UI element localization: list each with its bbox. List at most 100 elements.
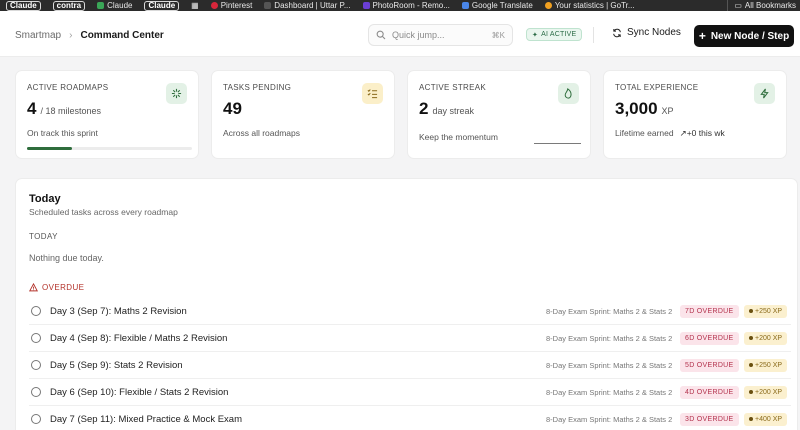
task-row[interactable]: Day 5 (Sep 9): Stats 2 Revision 8-Day Ex… (29, 352, 791, 379)
checklist-icon (362, 83, 383, 104)
sparkle-icon (166, 83, 187, 104)
xp-dot-icon (749, 390, 753, 394)
card-label: Active Streak (419, 83, 487, 92)
statistics-icon (544, 2, 552, 9)
pinterest-icon (210, 2, 218, 9)
xp-dot-icon (749, 336, 753, 340)
all-bookmarks[interactable]: ▭ All Bookmarks (727, 0, 796, 11)
roadmap-progress-bar (27, 147, 192, 150)
folder-icon (264, 2, 272, 9)
folder-icon: ▭ (734, 1, 742, 10)
xp-dot-icon (749, 309, 753, 313)
bolt-icon (754, 83, 775, 104)
overdue-badge: 6D OVERDUE (680, 331, 739, 345)
search-icon (376, 30, 386, 40)
card-subtext: Across all roadmaps (223, 128, 301, 138)
active-streak-card: Active Streak 2 day streak Keep the mome… (407, 70, 591, 159)
refresh-icon (613, 28, 621, 37)
task-row[interactable]: Day 6 (Sep 10): Flexible / Stats 2 Revis… (29, 379, 791, 406)
xp-dot-icon (749, 363, 753, 367)
task-row[interactable]: Day 3 (Sep 7): Maths 2 Revision 8-Day Ex… (29, 298, 791, 325)
chevron-right-icon: › (69, 30, 73, 41)
bookmark-claude-1[interactable]: Claude (0, 0, 47, 11)
task-checkbox[interactable] (31, 306, 41, 316)
translate-icon (461, 2, 469, 9)
task-checkbox[interactable] (31, 333, 41, 343)
photoroom-icon (362, 2, 370, 9)
bookmark-google-translate[interactable]: Google Translate (456, 0, 539, 11)
card-subtext: Keep the momentum (419, 132, 498, 142)
new-node-button[interactable]: + New Node / Step (694, 25, 794, 47)
bookmark-contra[interactable]: contra (47, 0, 91, 11)
task-checkbox[interactable] (31, 360, 41, 370)
today-section-label: TODAY (29, 232, 58, 241)
bookmark-dashboard[interactable]: Dashboard | Uttar P... (258, 0, 356, 11)
tasks-pending-card: Tasks Pending 49 Across all roadmaps (211, 70, 395, 159)
shortcut-hint: ⌘K (491, 30, 505, 40)
card-value: 4 / 18 milestones (27, 99, 101, 118)
xp-dot-icon (749, 417, 753, 421)
ai-status-badge: ✦ AI ACTIVE (526, 28, 583, 41)
plus-icon: + (698, 29, 706, 43)
task-checkbox[interactable] (31, 387, 41, 397)
overdue-badge: 5D OVERDUE (680, 358, 739, 372)
task-title: Day 4 (Sep 8): Flexible / Maths 2 Revisi… (50, 332, 228, 344)
task-title: Day 3 (Sep 7): Maths 2 Revision (50, 305, 187, 317)
task-roadmap: 8-Day Exam Sprint: Maths 2 & Stats 2 (546, 387, 673, 397)
warning-icon (29, 283, 38, 292)
card-label: Tasks Pending (223, 83, 292, 92)
card-label: Total Experience (615, 83, 699, 92)
breadcrumb-current: Command Center (80, 30, 164, 41)
bookmark-statistics[interactable]: Your statistics | GoTr... (539, 0, 641, 11)
task-roadmap: 8-Day Exam Sprint: Maths 2 & Stats 2 (546, 360, 673, 370)
overdue-section-label: OVERDUE (29, 283, 84, 292)
task-row[interactable]: Day 4 (Sep 8): Flexible / Maths 2 Revisi… (29, 325, 791, 352)
divider (593, 27, 594, 43)
task-title: Day 7 (Sep 11): Mixed Practice & Mock Ex… (50, 413, 242, 425)
today-panel: Today Scheduled tasks across every roadm… (15, 178, 798, 430)
task-checkbox[interactable] (31, 414, 41, 424)
xp-badge: +250 XP (744, 304, 788, 318)
task-title: Day 5 (Sep 9): Stats 2 Revision (50, 359, 183, 371)
bookmark-claude-3[interactable]: Claude (138, 0, 185, 11)
card-value: 49 (223, 99, 242, 118)
streak-sparkline (534, 143, 581, 144)
empty-state-text: Nothing due today. (29, 253, 104, 263)
bookmark-photoroom[interactable]: PhotoRoom - Remo... (357, 0, 456, 11)
task-roadmap: 8-Day Exam Sprint: Maths 2 & Stats 2 (546, 414, 673, 424)
card-value: 2 day streak (419, 99, 474, 118)
bookmarks-bar: Claude contra Claude Claude ▦ Pinterest … (0, 0, 800, 11)
panel-title: Today (29, 193, 61, 205)
bookmark-pinterest[interactable]: Pinterest (205, 0, 259, 11)
breadcrumb-root[interactable]: Smartmap (15, 30, 61, 41)
panel-subtitle: Scheduled tasks across every roadmap (29, 207, 178, 217)
sparkle-icon: ✦ (532, 31, 539, 39)
xp-badge: +200 XP (744, 331, 788, 345)
task-row[interactable]: Day 7 (Sep 11): Mixed Practice & Mock Ex… (29, 406, 791, 430)
active-roadmaps-card: Active Roadmaps 4 / 18 milestones On tra… (15, 70, 199, 159)
task-roadmap: 8-Day Exam Sprint: Maths 2 & Stats 2 (546, 306, 673, 316)
sync-nodes-button[interactable]: Sync Nodes (612, 27, 681, 38)
apps-grid-icon[interactable]: ▦ (185, 0, 205, 11)
xp-badge: +200 XP (744, 385, 788, 399)
card-label: Active Roadmaps (27, 83, 109, 92)
arrow-up-right-icon: ↗ (679, 128, 687, 138)
xp-badge: +250 XP (744, 358, 788, 372)
flame-icon (558, 83, 579, 104)
bookmark-claude-2[interactable]: Claude (91, 0, 138, 11)
task-title: Day 6 (Sep 10): Flexible / Stats 2 Revis… (50, 386, 229, 398)
task-roadmap: 8-Day Exam Sprint: Maths 2 & Stats 2 (546, 333, 673, 343)
quick-jump-placeholder: Quick jump... (392, 30, 445, 40)
progress-fill (27, 147, 72, 150)
xp-badge: +400 XP (744, 412, 788, 426)
app-header: Smartmap › Command Center Quick jump... … (0, 11, 800, 57)
trend-indicator: ↗+0 this wk (679, 128, 725, 138)
breadcrumb: Smartmap › Command Center (15, 30, 164, 41)
overdue-badge: 3D OVERDUE (680, 412, 739, 426)
claude-favicon-icon (97, 2, 105, 9)
card-subtext: On track this sprint (27, 128, 98, 138)
task-list: Day 3 (Sep 7): Maths 2 Revision 8-Day Ex… (29, 298, 791, 430)
overdue-badge: 4D OVERDUE (680, 385, 739, 399)
quick-jump-input[interactable]: Quick jump... ⌘K (368, 24, 513, 46)
card-subtext: Lifetime earned ↗+0 this wk (615, 128, 725, 138)
